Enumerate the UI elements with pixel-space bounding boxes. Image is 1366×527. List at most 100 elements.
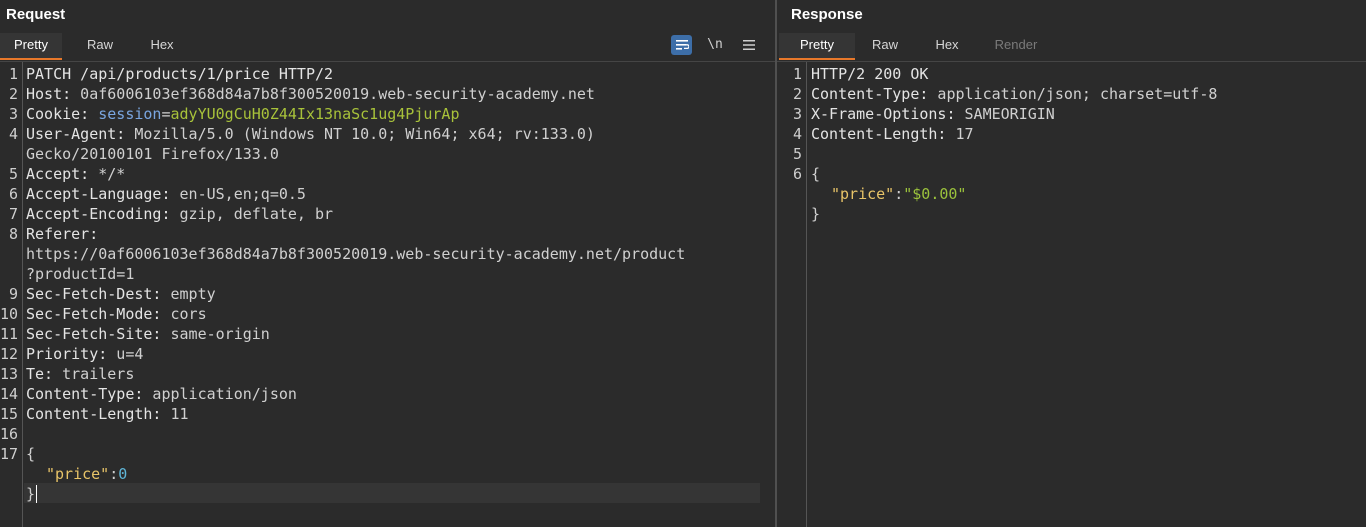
header-value: Gecko/20100101 Firefox/133.0 xyxy=(26,145,279,163)
json-price-field: "price":0 xyxy=(46,464,127,484)
status-line-text: HTTP/2 200 OK xyxy=(811,65,929,83)
brace: } xyxy=(26,485,36,503)
line-number: 15 xyxy=(0,405,18,423)
request-code[interactable]: PATCH /api/products/1/price HTTP/2 Host:… xyxy=(26,62,761,527)
json-open-brace: { xyxy=(811,164,820,184)
header-value: trailers xyxy=(53,365,135,383)
header-name: Sec-Fetch-Site: xyxy=(26,325,162,343)
line-number: 17 xyxy=(0,445,18,463)
header-value: SAMEORIGIN xyxy=(955,105,1055,123)
header-accept-encoding: Accept-Encoding: gzip, deflate, br xyxy=(26,204,333,224)
header-accept: Accept: */* xyxy=(26,164,125,184)
header-content-length: Content-Length: 11 xyxy=(26,404,189,424)
line-number: 2 xyxy=(792,85,802,103)
request-tabbar: Pretty Raw Hex \n xyxy=(0,33,775,62)
response-editor[interactable]: 1 2 3 4 5 6 HTTP/2 200 OK Content-Type: … xyxy=(777,62,1366,527)
word-wrap-icon[interactable] xyxy=(671,35,692,55)
line-number: 7 xyxy=(8,205,18,223)
header-name: Priority: xyxy=(26,345,108,363)
line-number: 1 xyxy=(8,65,18,83)
header-accept-language: Accept-Language: en-US,en;q=0.5 xyxy=(26,184,306,204)
http-message-editor: Request Pretty Raw Hex \n 1 2 3 4 5 6 7 … xyxy=(0,0,1366,527)
json-close-brace: } xyxy=(26,484,35,504)
header-name: Host: xyxy=(26,85,72,103)
header-value: gzip, deflate, br xyxy=(170,205,334,223)
header-user-agent: User-Agent: Mozilla/5.0 (Windows NT 10.0… xyxy=(26,124,595,144)
header-user-agent-wrap: Gecko/20100101 Firefox/133.0 xyxy=(26,144,279,164)
header-name: Sec-Fetch-Dest: xyxy=(26,285,162,303)
response-tab-raw[interactable]: Raw xyxy=(861,33,909,60)
header-value: cors xyxy=(161,305,207,323)
line-number: 6 xyxy=(8,185,18,203)
brace: { xyxy=(26,445,36,463)
line-number: 2 xyxy=(8,85,18,103)
header-value: same-origin xyxy=(161,325,270,343)
line-number: 3 xyxy=(792,105,802,123)
header-sec-fetch-mode: Sec-Fetch-Mode: cors xyxy=(26,304,207,324)
header-cookie: Cookie: session=adyYU0gCuH0Z44Ix13naSc1u… xyxy=(26,104,459,124)
request-tab-raw[interactable]: Raw xyxy=(76,33,124,60)
header-value: Mozilla/5.0 (Windows NT 10.0; Win64; x64… xyxy=(125,125,595,143)
line-number: 16 xyxy=(0,425,18,443)
header-name: Accept: xyxy=(26,165,90,183)
line-number: 1 xyxy=(792,65,802,83)
json-open-brace: { xyxy=(26,444,35,464)
line-number: 12 xyxy=(0,345,18,363)
line-number: 14 xyxy=(0,385,18,403)
cookie-name: session xyxy=(89,105,162,123)
header-value: 0af6006103ef368d84a7b8f300520019.web-sec… xyxy=(71,85,595,103)
header-content-length: Content-Length: 17 xyxy=(811,124,974,144)
header-sec-fetch-site: Sec-Fetch-Site: same-origin xyxy=(26,324,270,344)
header-value: ?productId=1 xyxy=(26,265,135,283)
response-tab-hex[interactable]: Hex xyxy=(923,33,971,60)
status-line: HTTP/2 200 OK xyxy=(811,64,928,84)
json-string-value: "$0.00" xyxy=(903,185,967,203)
response-line-numbers: 1 2 3 4 5 6 xyxy=(777,62,807,527)
request-line-numbers: 1 2 3 4 5 6 7 8 9 10 11 12 13 14 15 16 1… xyxy=(0,62,23,527)
header-value: 17 xyxy=(946,125,974,143)
header-content-type: Content-Type: application/json xyxy=(26,384,297,404)
request-tab-hex[interactable]: Hex xyxy=(138,33,186,60)
brace: { xyxy=(811,165,821,183)
request-editor[interactable]: 1 2 3 4 5 6 7 8 9 10 11 12 13 14 15 16 1… xyxy=(0,62,775,527)
request-tab-pretty[interactable]: Pretty xyxy=(0,33,62,60)
response-scrollbar[interactable] xyxy=(1352,62,1366,527)
header-x-frame-options: X-Frame-Options: SAMEORIGIN xyxy=(811,104,1055,124)
line-number: 5 xyxy=(792,145,802,163)
show-newlines-button[interactable]: \n xyxy=(704,35,726,55)
response-pane: Response Pretty Raw Hex Render 1 2 3 4 5… xyxy=(777,0,1366,527)
header-value: application/json; charset=utf-8 xyxy=(928,85,1218,103)
line-number: 3 xyxy=(8,105,18,123)
request-line: PATCH /api/products/1/price HTTP/2 xyxy=(26,64,333,84)
menu-icon[interactable] xyxy=(738,35,760,55)
header-value: */* xyxy=(89,165,126,183)
response-code[interactable]: HTTP/2 200 OK Content-Type: application/… xyxy=(811,62,1352,527)
header-referer-wrap: ?productId=1 xyxy=(26,264,134,284)
brace: } xyxy=(811,205,821,223)
request-pane: Request Pretty Raw Hex \n 1 2 3 4 5 6 7 … xyxy=(0,0,775,527)
header-name: Content-Length: xyxy=(811,125,947,143)
header-name: Content-Type: xyxy=(811,85,929,103)
header-name: Accept-Language: xyxy=(26,185,171,203)
header-content-type: Content-Type: application/json; charset=… xyxy=(811,84,1217,104)
header-value: https://0af6006103ef368d84a7b8f300520019… xyxy=(26,245,686,263)
line-number: 4 xyxy=(792,125,802,143)
json-key: "price" xyxy=(46,465,110,483)
header-host: Host: 0af6006103ef368d84a7b8f300520019.w… xyxy=(26,84,595,104)
line-number: 4 xyxy=(8,125,18,143)
line-number: 6 xyxy=(792,165,802,183)
header-name: User-Agent: xyxy=(26,125,126,143)
header-name: Content-Length: xyxy=(26,405,162,423)
request-title: Request xyxy=(6,6,66,23)
json-close-brace: } xyxy=(811,204,820,224)
header-value: en-US,en;q=0.5 xyxy=(170,185,306,203)
response-tab-pretty[interactable]: Pretty xyxy=(779,33,855,60)
header-referer: Referer: xyxy=(26,224,98,244)
header-name: Content-Type: xyxy=(26,385,144,403)
header-name: Te: xyxy=(26,365,54,383)
header-te: Te: trailers xyxy=(26,364,134,384)
json-key: "price" xyxy=(831,185,895,203)
request-line-text: PATCH /api/products/1/price HTTP/2 xyxy=(26,65,334,83)
line-number: 8 xyxy=(8,225,18,243)
header-name: X-Frame-Options: xyxy=(811,105,956,123)
